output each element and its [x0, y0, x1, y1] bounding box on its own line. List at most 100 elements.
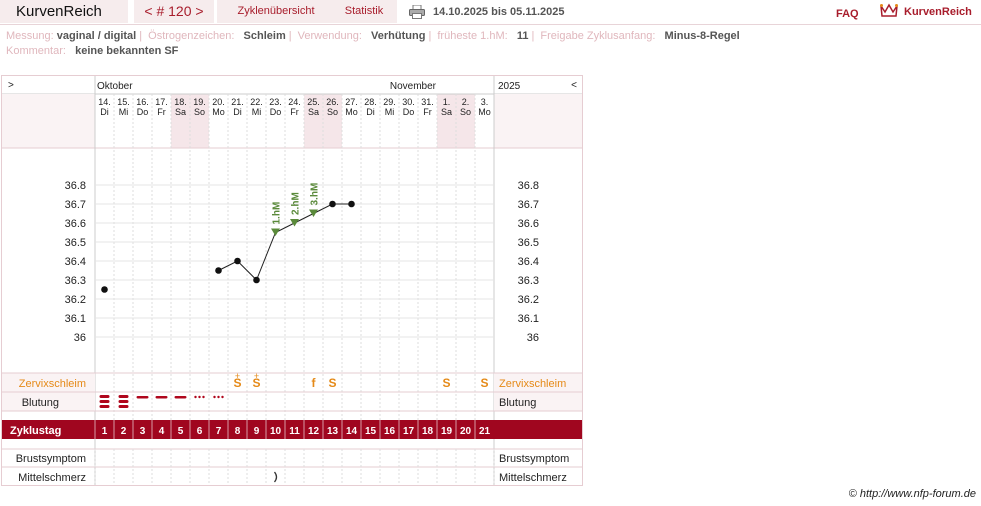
nav-next-button[interactable]: <: [571, 80, 577, 91]
zyklustag-number: 4: [159, 426, 165, 437]
weekday-label: Sa: [441, 107, 452, 117]
bleeding-medium: [136, 396, 149, 399]
weekday-label: So: [460, 107, 471, 117]
zyklustag-number: 9: [254, 426, 260, 437]
messung-label: Messung:: [6, 30, 54, 42]
date-label: 20.: [212, 97, 225, 107]
bleeding-light: [213, 395, 216, 399]
cycle-selector[interactable]: < # 120 >: [134, 0, 214, 23]
weekday-label: Di: [233, 107, 242, 117]
bleeding-heavy: [118, 400, 129, 403]
hm-label: 3.hM: [310, 183, 321, 206]
date-label: 2.: [462, 97, 470, 107]
date-label: 19.: [193, 97, 206, 107]
info-line-1: Messung: vaginal / digital | Östrogenzeic…: [6, 30, 740, 42]
zyklustag-number: 13: [327, 426, 339, 437]
temperature-point[interactable]: [101, 286, 108, 293]
schleim-value: S: [442, 376, 450, 390]
y-tick-left: 36.2: [65, 294, 86, 306]
y-tick-left: 36.8: [65, 180, 86, 192]
date-label: 14.: [98, 97, 111, 107]
zyklustag-number: 7: [216, 426, 222, 437]
hm-label: 2.hM: [291, 192, 302, 215]
weekday-label: Fr: [290, 107, 299, 117]
hm-marker: [309, 209, 318, 217]
zyklustag-number: 11: [289, 426, 300, 437]
crown-icon: [880, 3, 898, 17]
date-range: 14.10.2025 bis 05.11.2025: [433, 6, 565, 18]
date-label: 28.: [364, 97, 377, 107]
month-label: November: [390, 81, 437, 92]
y-tick-left: 36.7: [65, 199, 86, 211]
bleeding-heavy: [99, 395, 110, 398]
weekday-label: Mo: [345, 107, 358, 117]
freigabe-value: Minus-8-Regel: [664, 30, 740, 42]
brust-label-right: Brustsymptom: [499, 453, 569, 465]
date-label: 21.: [231, 97, 244, 107]
date-label: 17.: [155, 97, 168, 107]
date-label: 26.: [326, 97, 339, 107]
cycle-overview-tab[interactable]: Zyklenübersicht: [217, 0, 335, 23]
logo-text: KurvenReich: [904, 6, 972, 18]
hm-marker: [271, 228, 280, 236]
copyright: © http://www.nfp-forum.de: [848, 488, 976, 500]
bleeding-heavy: [118, 395, 129, 398]
zyklustag-number: 6: [197, 426, 203, 437]
weekday-label: Do: [270, 107, 282, 117]
temperature-point[interactable]: [215, 267, 222, 274]
weekday-label: Mo: [478, 107, 491, 117]
kommentar-value: keine bekannten SF: [75, 45, 179, 57]
blutung-label-left: Blutung: [22, 397, 59, 409]
weekday-label: Do: [137, 107, 149, 117]
zyklustag-number: 14: [346, 426, 358, 437]
y-tick-right: 36.4: [518, 256, 539, 268]
temperature-point[interactable]: [348, 200, 355, 208]
bleeding-light: [198, 395, 201, 399]
verwendung-value: Verhütung: [371, 30, 426, 42]
brand-tab[interactable]: KurvenReich: [0, 0, 128, 23]
date-label: 23.: [269, 97, 282, 107]
zyklustag-number: 3: [140, 426, 146, 437]
mittel-label-right: Mittelschmerz: [499, 472, 567, 484]
schleim-plus: +: [254, 371, 259, 381]
zyklustag-number: 20: [460, 426, 472, 437]
y-tick-left: 36.6: [65, 218, 86, 230]
header-right-bg: [494, 94, 582, 148]
zyklustag-number: 12: [308, 426, 320, 437]
y-tick-right: 36.5: [518, 237, 539, 249]
mittel-label-left: Mittelschmerz: [18, 472, 86, 484]
weekday-label: Di: [366, 107, 375, 117]
y-tick-right: 36.1: [518, 313, 539, 325]
temperature-point[interactable]: [234, 257, 241, 265]
messung-value: vaginal / digital: [56, 30, 137, 42]
date-label: 1.: [443, 97, 451, 107]
y-tick-left: 36.1: [65, 313, 86, 325]
weekday-label: So: [194, 107, 205, 117]
temperature-point[interactable]: [253, 276, 260, 284]
weekday-label: Mi: [119, 107, 129, 117]
y-tick-left: 36.5: [65, 237, 86, 249]
y-tick-right: 36.7: [518, 199, 539, 211]
printer-icon[interactable]: [409, 5, 425, 19]
temperature-point[interactable]: [329, 200, 336, 208]
zyklustag-number: 5: [178, 426, 184, 437]
weekday-label: Mi: [385, 107, 395, 117]
zyklustag-number: 16: [384, 426, 396, 437]
date-label: 22.: [250, 97, 263, 107]
bleeding-light: [194, 395, 197, 399]
zyklustag-number: 15: [365, 426, 377, 437]
statistics-tab[interactable]: Statistik: [331, 0, 397, 23]
logo[interactable]: KurvenReich: [880, 3, 972, 18]
nav-prev-button[interactable]: >: [8, 80, 14, 91]
mittelschmerz-mark: [273, 471, 278, 483]
faq-link[interactable]: FAQ: [836, 8, 859, 20]
zyklustag-label: Zyklustag: [10, 425, 61, 437]
bleeding-medium: [155, 396, 168, 399]
month-label: Oktober: [97, 81, 133, 92]
brust-label-left: Brustsymptom: [16, 453, 86, 465]
bleeding-heavy: [99, 400, 110, 403]
zyklustag-number: 18: [422, 426, 434, 437]
y-tick-right: 36.3: [518, 275, 539, 287]
month-row-bg: [2, 76, 582, 94]
frueh-value: 11: [516, 30, 529, 42]
